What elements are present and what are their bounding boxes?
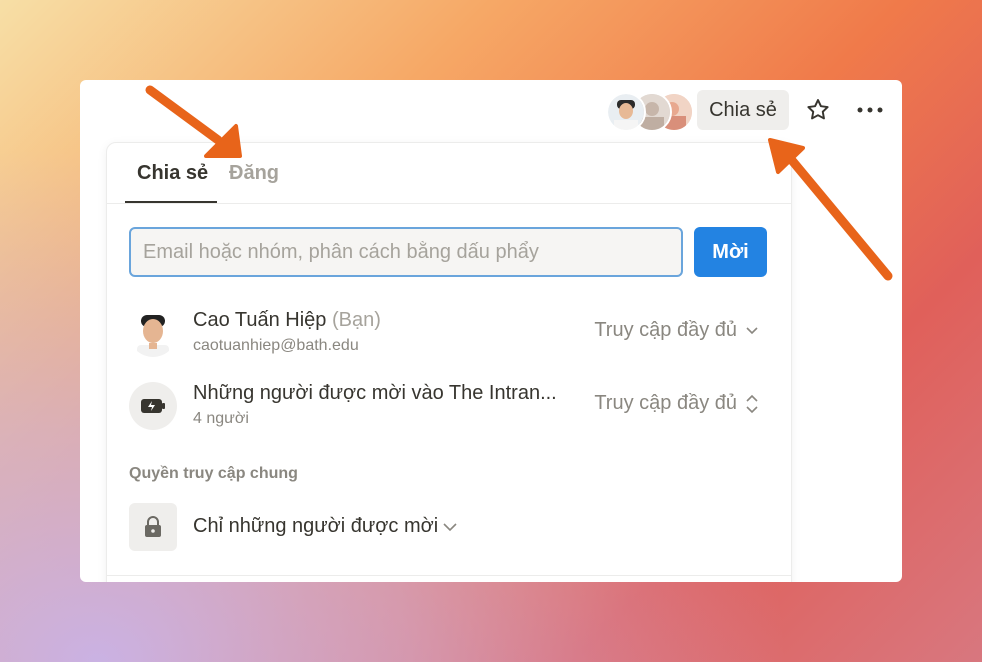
group-count: 4 người xyxy=(193,410,249,427)
group-name: Những người được mời vào The Intran... xyxy=(193,382,557,404)
invite-email-input[interactable] xyxy=(129,227,683,277)
member-you-tag: (Bạn) xyxy=(331,309,381,331)
invite-button[interactable]: Mời xyxy=(694,227,767,277)
tab-divider xyxy=(107,203,791,204)
chevron-down-icon xyxy=(746,326,758,334)
member-avatar xyxy=(129,309,177,357)
tab-share[interactable]: Chia sẻ xyxy=(137,159,208,187)
general-access-dropdown[interactable]: Chỉ những người được mời xyxy=(193,515,458,538)
star-icon[interactable] xyxy=(802,94,834,126)
member-name: Cao Tuấn Hiệp xyxy=(193,309,327,331)
share-panel: Chia sẻ Đăng Mời Cao Tuấn Hiệp (Bạn) cao… xyxy=(106,142,792,582)
more-icon[interactable] xyxy=(852,94,888,126)
general-access-heading: Quyền truy cập chung xyxy=(129,465,298,482)
member-row: Cao Tuấn Hiệp (Bạn) caotuanhiep@bath.edu… xyxy=(129,303,769,363)
general-access-row: Chỉ những người được mời xyxy=(129,501,549,553)
avatar-stack[interactable] xyxy=(606,92,694,132)
group-access-dropdown[interactable]: Truy cập đầy đủ xyxy=(594,392,759,415)
share-button[interactable]: Chia sẻ xyxy=(697,90,789,130)
member-email: caotuanhiep@bath.edu xyxy=(193,337,359,354)
notion-window: Chia sẻ Chia sẻ Đăng Mời Cao Tuấn Hiệp (… xyxy=(80,80,902,582)
group-access-label: Truy cập đầy đủ xyxy=(594,392,737,414)
member-access-label: Truy cập đầy đủ xyxy=(594,319,737,341)
group-row: Những người được mời vào The Intran... 4… xyxy=(129,376,769,436)
chevron-updown-icon xyxy=(746,394,758,413)
battery-charging-icon xyxy=(129,382,177,430)
lock-icon xyxy=(129,503,177,551)
chevron-down-icon xyxy=(443,522,457,531)
member-access-dropdown[interactable]: Truy cập đầy đủ xyxy=(594,319,759,342)
general-access-value: Chỉ những người được mời xyxy=(193,515,439,537)
panel-tabs: Chia sẻ Đăng xyxy=(125,143,785,203)
tab-publish[interactable]: Đăng xyxy=(229,159,279,187)
member-name-line: Cao Tuấn Hiệp (Bạn) xyxy=(193,309,381,332)
panel-footer-divider xyxy=(107,575,791,576)
avatar-1 xyxy=(606,92,646,132)
